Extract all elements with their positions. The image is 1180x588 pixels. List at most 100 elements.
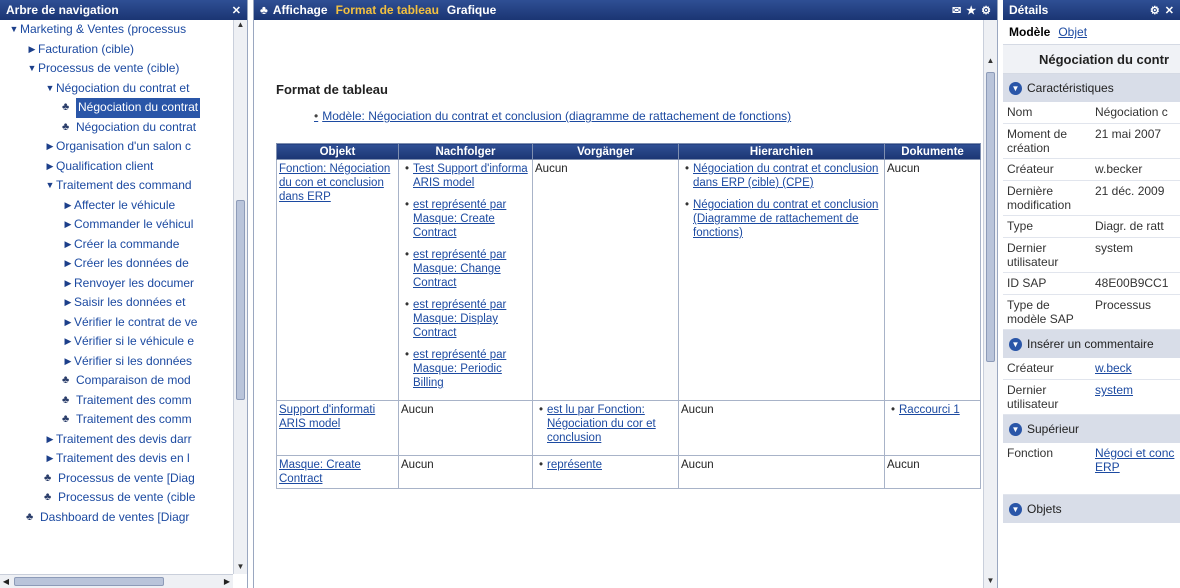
scroll-left-icon[interactable]: ◀ [0,575,12,588]
nav-tree-item[interactable]: ▶ Facturation (cible) [0,40,233,60]
property-row: Moment de création 21 mai 2007 [1003,124,1180,159]
model-icon: ♣ [26,510,34,523]
property-list: Nom Négociation c Moment de création 21 mai… [1003,102,1180,330]
collapse-arrow-icon: ▶ [64,297,72,307]
property-key: ID SAP [1007,276,1047,290]
settings-icon[interactable]: ⚙ [981,4,991,17]
property-row: Type Diagr. de ratt [1003,216,1180,238]
property-value-link[interactable]: system [1095,383,1133,397]
bullet: • [404,349,410,361]
section-objects[interactable]: ▼ Objets [1003,495,1180,523]
relation-link[interactable]: est représenté par Masque: Periodic Bill… [413,348,530,390]
object-link[interactable]: Masque: Create Contract [279,459,361,485]
star-icon[interactable]: ★ [966,4,976,17]
relation-link[interactable]: Négociation du contrat et conclusion (Di… [693,198,882,240]
scroll-thumb[interactable] [986,72,995,362]
tab-object[interactable]: Objet [1058,25,1087,39]
nav-tree-item[interactable]: ▶ Traitement des devis en l [0,449,233,469]
nav-tree-item[interactable]: ▶ Qualification client [0,157,233,177]
nav-tree-item[interactable]: ♣ Processus de vente [Diag [0,469,233,489]
nav-tree-item[interactable]: ▼ Processus de vente (cible) [0,59,233,79]
nav-tree-item[interactable]: ▼ Marketing & Ventes (processus [0,20,233,40]
table-cell: Aucun [884,455,981,489]
list-item: • est représenté par Masque: Create Contr… [401,198,530,240]
collapse-arrow-icon: ▶ [64,238,72,249]
nav-tree-item[interactable]: ▼ Traitement des command [0,176,233,196]
content-panel: ♣ Affichage Format de tableau Grafique ✉… [253,0,998,588]
nav-tree-item[interactable]: ▶ Renvoyer les documer [0,274,233,294]
property-key: Créateur [1007,162,1054,176]
superior-link[interactable]: Négoci et conc ERP [1095,446,1174,474]
scroll-thumb[interactable] [14,577,164,586]
nav-tree-item[interactable]: ♣ Dashboard de ventes [Diagr [0,508,233,528]
content-header: ♣ Affichage Format de tableau Grafique ✉… [254,0,997,20]
property-key: Dernière modification [1007,184,1072,212]
nav-vertical-scrollbar[interactable]: ▲ ▼ [233,20,247,574]
nav-header: Arbre de navigation ✕ [0,0,247,20]
object-link[interactable]: Fonction: Négociation du con et conclusi… [279,163,390,203]
nav-horizontal-scrollbar[interactable]: ◀ ▶ [0,574,233,588]
relation-link[interactable]: est représenté par Masque: Create Contra… [413,198,530,240]
scroll-down-icon[interactable]: ▼ [234,562,247,574]
nav-tree-item[interactable]: ▶ Commander le véhicul [0,215,233,235]
tab-model[interactable]: Modèle [1009,25,1050,39]
nav-tree-item[interactable]: ♣ Négociation du contrat [0,98,233,118]
bullet: • [404,299,410,311]
tab-affichage[interactable]: Affichage [271,3,330,17]
nav-tree-item[interactable]: ▶ Vérifier le contrat de ve [0,313,233,333]
section-superior[interactable]: ▼ Supérieur [1003,415,1180,443]
close-icon[interactable]: ✕ [232,4,241,17]
column-header: Hierarchien [678,143,885,160]
close-icon[interactable]: ✕ [1165,4,1174,17]
table-row: Support d'informati ARIS model Aucun • est … [276,400,981,456]
property-value-link[interactable]: w.beck [1095,361,1132,375]
nav-tree-item[interactable]: ▶ Traitement des devis darr [0,430,233,450]
nav-tree-item[interactable]: ♣ Processus de vente (cible [0,488,233,508]
nav-title: Arbre de navigation [6,3,119,17]
list-item: • Négociation du contrat et conclusion (D… [681,198,882,240]
nav-tree-item[interactable]: ♣ Négociation du contrat [0,118,233,138]
scroll-up-icon[interactable]: ▲ [984,56,997,68]
comment-list: Créateur w.beck Dernier utilisateur system [1003,358,1180,415]
nav-tree-item[interactable]: ▶ Vérifier si le véhicule e [0,332,233,352]
nav-tree-item[interactable]: ▶ Organisation d'un salon c [0,137,233,157]
model-link[interactable]: • Modèle: Négociation du contrat et concl… [314,109,983,123]
nav-tree-item[interactable]: ▶ Créer les données de [0,254,233,274]
nav-tree-item[interactable]: ▶ Vérifier si les données [0,352,233,372]
nav-tree-item[interactable]: ▼ Négociation du contrat et [0,79,233,99]
nav-tree-item[interactable]: ▶ Saisir les données et [0,293,233,313]
relation-link[interactable]: représente [547,458,602,472]
model-icon: ♣ [260,3,268,17]
relation-link[interactable]: Négociation du contrat et conclusion dan… [693,162,882,190]
nav-tree-item[interactable]: ♣ Traitement des comm [0,410,233,430]
details-header: Détails ⚙ ✕ [1003,0,1180,20]
scroll-right-icon[interactable]: ▶ [221,575,233,588]
tab-table-format[interactable]: Format de tableau [334,3,441,17]
tab-graphic[interactable]: Grafique [445,3,498,17]
nav-tree-item[interactable]: ▶ Créer la commande [0,235,233,255]
content-vertical-scrollbar[interactable]: ▲ ▼ [983,20,997,588]
relation-link[interactable]: Test Support d'informa ARIS model [413,162,530,190]
relation-link[interactable]: est représenté par Masque: Display Contr… [413,298,530,340]
object-link[interactable]: Support d'informati ARIS model [279,404,375,430]
property-row: Créateur w.beck [1003,358,1180,380]
relation-link[interactable]: est lu par Fonction: Négociation du cor … [547,403,676,445]
nav-tree-item[interactable]: ▶ Affecter le véhicule [0,196,233,216]
scroll-up-icon[interactable]: ▲ [234,20,247,32]
relation-link[interactable]: est représenté par Masque: Change Contra… [413,248,530,290]
property-value: w.becker [1095,162,1143,176]
nav-tree-item[interactable]: ♣ Traitement des comm [0,391,233,411]
nav-tree-item[interactable]: ♣ Comparaison de mod [0,371,233,391]
scroll-down-icon[interactable]: ▼ [984,576,997,588]
mail-icon[interactable]: ✉ [952,4,961,17]
details-tabs: Modèle Objet [1003,20,1180,44]
settings-icon[interactable]: ⚙ [1150,4,1160,17]
scroll-thumb[interactable] [236,200,245,400]
model-icon: ♣ [62,413,70,425]
section-comment[interactable]: ▼ Insérer un commentaire [1003,330,1180,358]
collapse-icon: ▼ [1009,422,1022,436]
relationship-table: Objekt Nachfolger Vorgänger Hierarchien … [276,143,981,489]
relation-link[interactable]: Raccourci 1 [899,403,960,417]
bullet: • [538,404,544,416]
section-characteristics[interactable]: ▼ Caractéristiques [1003,74,1180,102]
